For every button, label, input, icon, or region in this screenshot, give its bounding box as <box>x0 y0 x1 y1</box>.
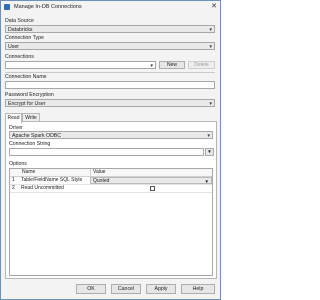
connection-type-select[interactable]: User ▼ <box>5 42 215 50</box>
table-row[interactable]: 2 Read Uncommitted <box>10 185 212 193</box>
connection-name-input[interactable] <box>5 81 215 89</box>
chevron-down-icon: ▼ <box>206 133 211 138</box>
driver-select[interactable]: Apache Spark ODBC ▼ <box>9 131 213 139</box>
password-encryption-select[interactable]: Encrypt for User ▼ <box>5 99 215 107</box>
manage-connections-dialog: Manage In-DB Connections ✕ Data Source D… <box>0 0 221 300</box>
chevron-down-icon: ▼ <box>207 149 212 154</box>
connection-type-value: User <box>8 43 19 50</box>
read-uncommitted-checkbox[interactable] <box>150 186 155 191</box>
driver-value: Apache Spark ODBC <box>12 132 62 139</box>
row-number: 2 <box>12 185 15 191</box>
connection-type-label: Connection Type <box>5 35 44 41</box>
tab-read[interactable]: Read <box>5 113 22 123</box>
app-icon <box>4 4 10 10</box>
password-encryption-value: Encrypt for User <box>8 100 46 107</box>
new-connection-button[interactable]: New <box>159 61 185 69</box>
connections-label: Connections <box>5 54 34 60</box>
connection-string-dropdown-button[interactable]: ▼ <box>205 148 214 156</box>
option-name: Read Uncommitted <box>21 185 64 191</box>
value-column-header: Value <box>90 169 212 177</box>
connection-string-label: Connection String <box>9 141 51 147</box>
option-value-select[interactable]: Quoted ▼ <box>90 177 212 184</box>
data-source-value: Databricks <box>8 26 33 33</box>
chevron-down-icon: ▼ <box>208 27 213 32</box>
connections-select[interactable]: ▼ <box>5 61 156 69</box>
password-encryption-label: Password Encryption <box>5 92 54 98</box>
table-row[interactable]: 1 Table/FieldName SQL Style Quoted ▼ <box>10 177 212 185</box>
read-tab-panel: Driver Apache Spark ODBC ▼ Connection St… <box>5 121 217 279</box>
divider <box>5 72 215 73</box>
connection-name-label: Connection Name <box>5 74 47 80</box>
cancel-button[interactable]: Cancel <box>111 284 141 294</box>
delete-connection-button[interactable]: Delete <box>188 61 215 69</box>
ok-button[interactable]: OK <box>76 284 106 294</box>
options-label: Options <box>9 161 27 167</box>
close-icon[interactable]: ✕ <box>211 2 217 11</box>
help-button[interactable]: Help <box>181 284 215 294</box>
data-source-label: Data Source <box>5 18 34 24</box>
chevron-down-icon: ▼ <box>204 179 209 184</box>
data-source-select[interactable]: Databricks ▼ <box>5 25 215 33</box>
window-title: Manage In-DB Connections <box>14 4 82 10</box>
name-column-header: Name <box>20 169 90 177</box>
connection-string-input[interactable] <box>9 148 204 156</box>
options-grid: Name Value 1 Table/FieldName SQL Style Q… <box>9 168 213 276</box>
title-bar: Manage In-DB Connections ✕ <box>1 1 220 13</box>
apply-button[interactable]: Apply <box>146 284 176 294</box>
row-number: 1 <box>12 177 15 183</box>
option-name: Table/FieldName SQL Style <box>21 177 83 183</box>
chevron-down-icon: ▼ <box>208 101 213 106</box>
chevron-down-icon: ▼ <box>149 63 154 68</box>
row-number-header <box>10 169 20 177</box>
option-value: Quoted <box>93 178 110 184</box>
chevron-down-icon: ▼ <box>208 44 213 49</box>
